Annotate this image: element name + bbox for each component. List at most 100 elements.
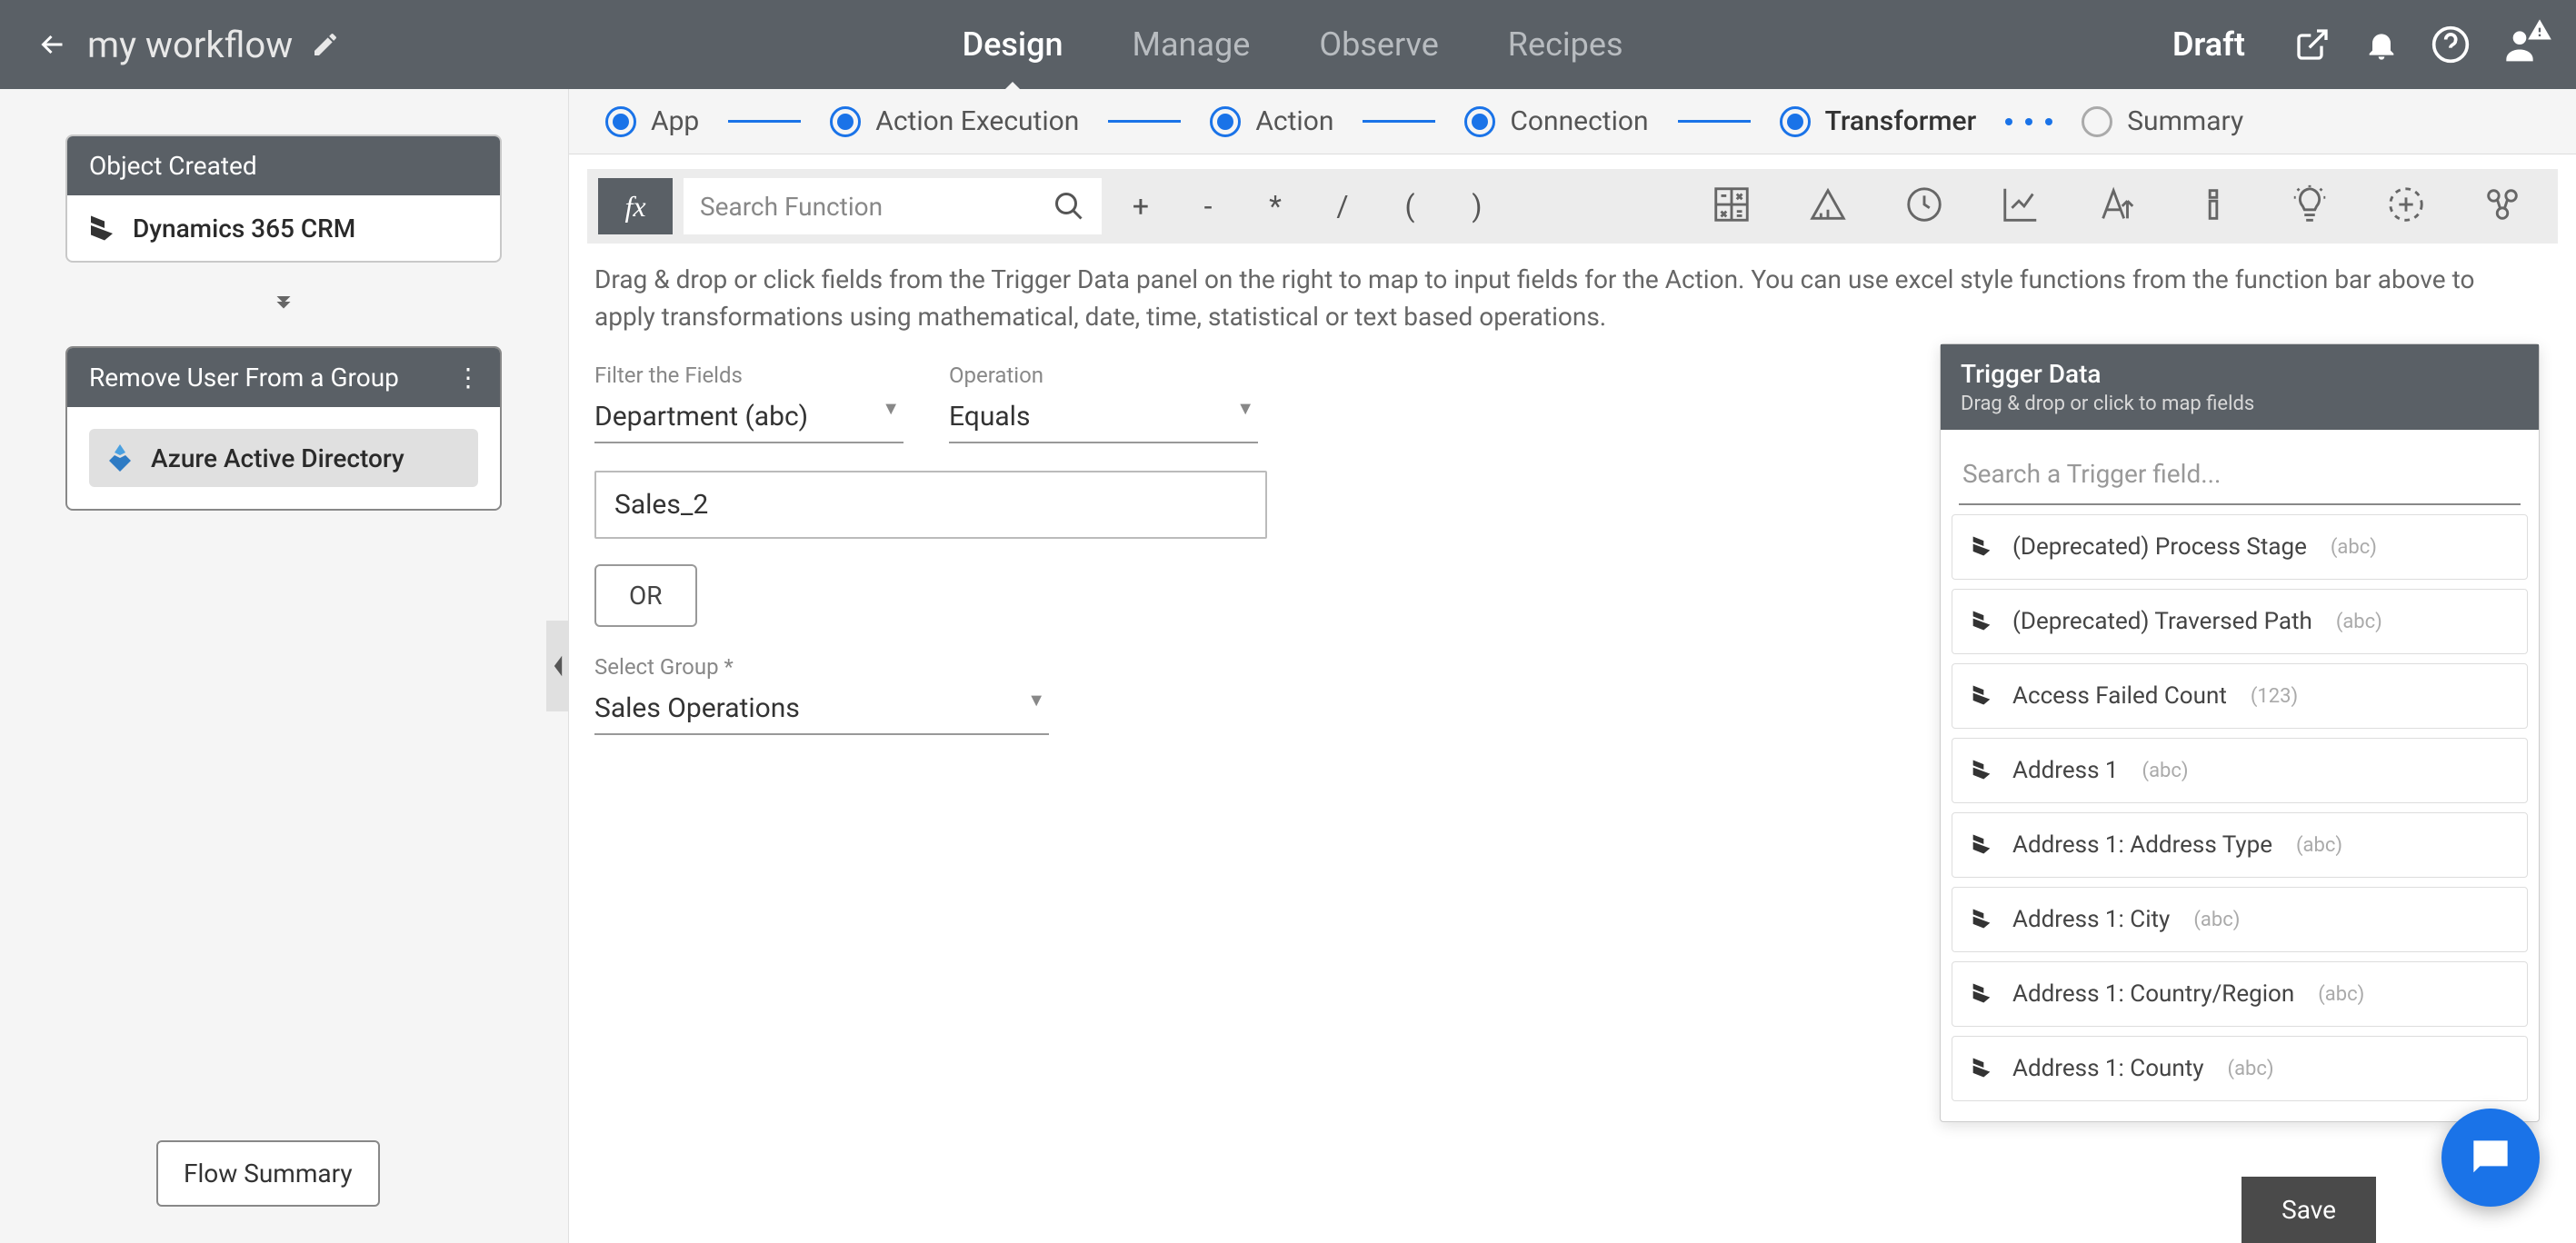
- op-rparen[interactable]: ): [1449, 178, 1505, 234]
- trigger-field-type: (abc): [2193, 909, 2240, 931]
- step-action-execution[interactable]: Action Execution: [830, 105, 1079, 137]
- main-content: App Action Execution Action Connection T…: [569, 89, 2576, 1243]
- app-header: my workflow Design Manage Observe Recipe…: [0, 0, 2576, 89]
- filter-field-select[interactable]: Department (abc): [594, 395, 904, 443]
- step-connector-dots: [2005, 118, 2052, 125]
- stats-category-icon[interactable]: [2000, 184, 2045, 229]
- card-title: Remove User From a Group: [89, 363, 399, 393]
- tab-recipes[interactable]: Recipes: [1501, 0, 1631, 93]
- card-app-name: Azure Active Directory: [151, 443, 404, 473]
- op-lparen[interactable]: (: [1382, 178, 1438, 234]
- dynamics-icon: [1969, 831, 1996, 859]
- trigger-field-item[interactable]: Address 1: County (abc): [1952, 1036, 2528, 1101]
- or-button[interactable]: OR: [594, 564, 697, 627]
- trigger-field-item[interactable]: Address 1: Address Type (abc): [1952, 812, 2528, 878]
- card-header: Remove User From a Group ⋮: [67, 348, 500, 407]
- step-connector: [728, 120, 801, 123]
- idea-category-icon[interactable]: [2289, 184, 2334, 229]
- alert-badge-icon: [2527, 17, 2552, 43]
- tab-design[interactable]: Design: [955, 0, 1071, 93]
- tab-observe[interactable]: Observe: [1312, 0, 1445, 93]
- filter-label: Filter the Fields: [594, 363, 904, 388]
- workflow-sidebar: Object Created Dynamics 365 CRM Remove U…: [0, 89, 569, 1243]
- op-plus[interactable]: +: [1113, 178, 1169, 234]
- card-title: Object Created: [89, 151, 257, 181]
- tab-manage[interactable]: Manage: [1125, 0, 1258, 93]
- step-connection[interactable]: Connection: [1464, 105, 1648, 137]
- trigger-search-input[interactable]: [1959, 444, 2521, 505]
- card-app-name: Dynamics 365 CRM: [133, 214, 355, 244]
- operation-select[interactable]: Equals: [949, 395, 1258, 443]
- dynamics-icon: [1969, 980, 1996, 1008]
- back-arrow-icon[interactable]: [36, 28, 69, 61]
- trigger-field-item[interactable]: (Deprecated) Traversed Path (abc): [1952, 589, 2528, 654]
- connector-arrow-icon: [65, 288, 502, 321]
- trigger-panel-title: Trigger Data: [1961, 359, 2519, 389]
- step-summary[interactable]: Summary: [2082, 105, 2243, 137]
- search-function-wrap: [684, 178, 1102, 234]
- workflow-card-trigger[interactable]: Object Created Dynamics 365 CRM: [65, 134, 502, 263]
- trigger-data-panel: Trigger Data Drag & drop or click to map…: [1940, 343, 2540, 1122]
- settings-category-icon[interactable]: [2481, 184, 2527, 229]
- bell-icon[interactable]: [2361, 25, 2401, 65]
- step-connector: [1363, 120, 1435, 123]
- trigger-field-name: Address 1: Country/Region: [2012, 980, 2294, 1008]
- help-icon[interactable]: [2431, 25, 2471, 65]
- search-function-input[interactable]: [700, 192, 1053, 222]
- encoding-category-icon[interactable]: [2385, 184, 2431, 229]
- dynamics-icon: [1969, 608, 1996, 635]
- info-category-icon[interactable]: [2192, 184, 2238, 229]
- trigger-field-name: (Deprecated) Process Stage: [2012, 533, 2307, 561]
- trigger-field-type: (abc): [2336, 611, 2382, 633]
- trigger-field-name: Address 1: City: [2012, 906, 2170, 933]
- op-minus[interactable]: -: [1180, 178, 1236, 234]
- azure-ad-icon: [104, 442, 136, 474]
- trigger-field-item[interactable]: Address 1 (abc): [1952, 738, 2528, 803]
- step-connector: [1108, 120, 1181, 123]
- dynamics-icon: [1969, 533, 1996, 561]
- trigger-field-item[interactable]: Address 1: Country/Region (abc): [1952, 961, 2528, 1027]
- dynamics-icon: [1969, 682, 1996, 710]
- text-category-icon[interactable]: [2096, 184, 2142, 229]
- trigger-field-name: Access Failed Count: [2012, 682, 2227, 710]
- more-icon[interactable]: ⋮: [455, 363, 478, 393]
- trigger-field-item[interactable]: Access Failed Count (123): [1952, 663, 2528, 729]
- op-divide[interactable]: /: [1314, 178, 1371, 234]
- search-icon[interactable]: [1053, 190, 1085, 223]
- trigger-field-type: (abc): [2318, 983, 2364, 1006]
- trigger-field-item[interactable]: Address 1: City (abc): [1952, 887, 2528, 952]
- op-multiply[interactable]: *: [1247, 178, 1303, 234]
- trigger-field-name: (Deprecated) Traversed Path: [2012, 608, 2312, 635]
- trigger-field-list[interactable]: (Deprecated) Process Stage (abc) (Deprec…: [1941, 514, 2539, 1121]
- dynamics-icon: [85, 212, 118, 244]
- step-action[interactable]: Action: [1210, 105, 1333, 137]
- step-connector: [1678, 120, 1751, 123]
- geometry-category-icon[interactable]: [1807, 184, 1852, 229]
- workflow-card-action[interactable]: Remove User From a Group ⋮ Azure Active …: [65, 346, 502, 511]
- open-external-icon[interactable]: [2292, 25, 2332, 65]
- avatar-icon[interactable]: [2500, 25, 2540, 65]
- chat-bubble-icon[interactable]: [2441, 1109, 2540, 1207]
- function-bar: fx + - * / ( ): [587, 169, 2558, 244]
- trigger-field-name: Address 1: County: [2012, 1055, 2204, 1082]
- save-button[interactable]: Save: [2242, 1177, 2376, 1243]
- trigger-field-name: Address 1: Address Type: [2012, 831, 2272, 859]
- fx-icon[interactable]: fx: [598, 178, 673, 234]
- trigger-field-name: Address 1: [2012, 757, 2119, 784]
- select-group-select[interactable]: Sales Operations: [594, 687, 1049, 735]
- math-category-icon[interactable]: [1711, 184, 1756, 229]
- wizard-stepper: App Action Execution Action Connection T…: [569, 89, 2576, 154]
- time-category-icon[interactable]: [1903, 184, 1949, 229]
- collapse-sidebar-icon[interactable]: [546, 621, 570, 711]
- step-app[interactable]: App: [605, 105, 699, 137]
- select-group-label: Select Group *: [594, 654, 1049, 680]
- dynamics-icon: [1969, 757, 1996, 784]
- filter-value-input[interactable]: [594, 471, 1267, 539]
- flow-summary-button[interactable]: Flow Summary: [156, 1140, 380, 1207]
- operation-label: Operation: [949, 363, 1258, 388]
- trigger-panel-header: Trigger Data Drag & drop or click to map…: [1941, 344, 2539, 430]
- trigger-field-item[interactable]: (Deprecated) Process Stage (abc): [1952, 514, 2528, 580]
- edit-icon[interactable]: [311, 30, 340, 59]
- status-label: Draft: [2172, 25, 2245, 64]
- step-transformer[interactable]: Transformer: [1780, 105, 1977, 137]
